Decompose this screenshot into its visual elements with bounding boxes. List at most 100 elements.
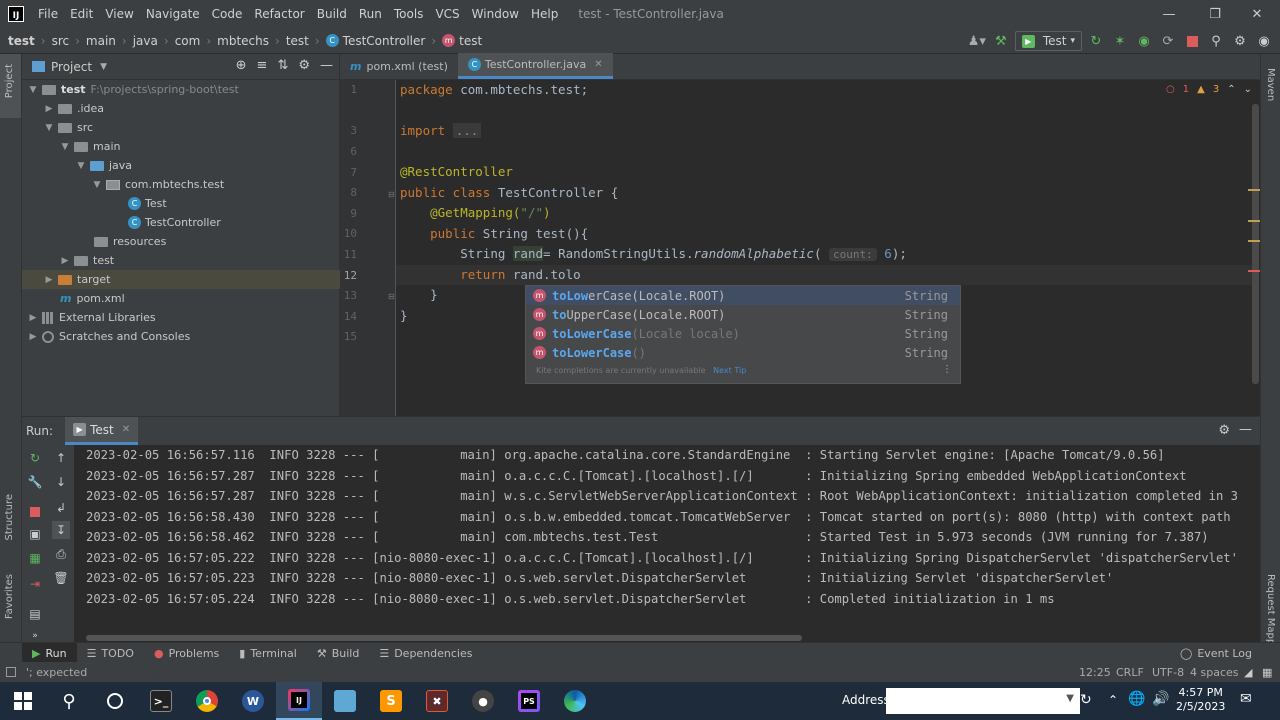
folded-imports[interactable]: ... (452, 123, 482, 138)
taskbar-app-word[interactable]: W (230, 682, 276, 720)
tree-item-target[interactable]: ▶ target (22, 270, 340, 289)
trash-icon[interactable]: 🗑 (52, 569, 70, 587)
menu-run[interactable]: Run (353, 7, 388, 21)
warning-marker[interactable] (1248, 240, 1260, 242)
toggle-tool-windows-icon[interactable] (6, 667, 16, 677)
scroll-to-end-icon[interactable]: ↧ (52, 521, 70, 539)
inspection-widget[interactable]: ○ 1 ▲ 3 ⌃ ⌄ (1166, 84, 1252, 95)
chevron-down-icon[interactable]: ▼ (60, 142, 70, 152)
chevron-right-icon[interactable]: ▶ (28, 332, 38, 342)
taskbar-app-tool[interactable]: ✖ (414, 682, 460, 720)
exit-icon[interactable]: ⇥ (26, 575, 44, 593)
chevron-down-icon[interactable]: ▼ (44, 123, 54, 133)
menu-vcs[interactable]: VCS (429, 7, 465, 21)
hammer-icon[interactable]: ⚒ (991, 31, 1011, 51)
menu-view[interactable]: View (99, 7, 139, 21)
profile-icon[interactable]: ⟳ (1158, 31, 1178, 51)
warning-marker[interactable] (1248, 220, 1260, 222)
completion-item[interactable]: m to Lo w erCase(Locale.ROOT) String (526, 286, 960, 305)
taskbar-app-edge[interactable] (552, 682, 598, 720)
crumb-class[interactable]: TestController (343, 34, 426, 48)
minimize-button[interactable]: — (1146, 0, 1192, 28)
crumb-com[interactable]: com (175, 34, 201, 48)
crumb-java[interactable]: java (133, 34, 158, 48)
project-panel-title[interactable]: Project (51, 60, 92, 74)
tab-testcontroller-java[interactable]: C TestController.java ✕ (457, 53, 613, 79)
chevron-right-icon[interactable]: ▶ (28, 313, 38, 323)
volume-icon[interactable]: 🔊 (1152, 691, 1169, 707)
search-button[interactable]: ⚲ (46, 682, 92, 720)
taskbar-app-game[interactable]: ● (460, 682, 506, 720)
memory-icon[interactable]: ▦ (1262, 666, 1272, 679)
tree-item-external-libraries[interactable]: ▶ External Libraries (22, 308, 340, 327)
refresh-icon[interactable]: ↻ (1080, 692, 1092, 708)
menu-tools[interactable]: Tools (388, 7, 430, 21)
menu-code[interactable]: Code (206, 7, 249, 21)
wrench-icon[interactable]: 🔧 (26, 473, 44, 491)
menu-help[interactable]: Help (525, 7, 564, 21)
start-button[interactable] (0, 682, 46, 720)
fold-marker-icon[interactable]: ⊟ (388, 292, 395, 301)
camera-icon[interactable]: ▣ (26, 525, 44, 543)
coverage-icon[interactable]: ◉ (1134, 31, 1154, 51)
tree-item-testcontroller-class[interactable]: C TestController (22, 213, 340, 232)
chevron-up-icon[interactable]: ⌃ (1108, 693, 1118, 707)
maven-tool-tab[interactable]: Maven (1265, 68, 1276, 101)
system-clock[interactable]: 4:57 PM 2/5/2023 (1176, 686, 1225, 714)
tree-item-resources[interactable]: resources (22, 232, 340, 251)
menu-navigate[interactable]: Navigate (140, 7, 206, 21)
editor-scrollbar[interactable] (1252, 104, 1259, 384)
completion-item[interactable]: m to Lo w erCase() String (526, 343, 960, 362)
close-tab-icon[interactable]: ✕ (594, 59, 602, 70)
indent-setting[interactable]: 4 spaces (1190, 666, 1239, 679)
taskbar-app-terminal[interactable]: >_ (138, 682, 184, 720)
cortana-button[interactable] (92, 682, 138, 720)
gear-icon[interactable]: ⚙ (298, 58, 310, 73)
plugin-icon[interactable]: ◉ (1254, 31, 1274, 51)
fold-marker-icon[interactable]: ⊟ (388, 190, 395, 199)
stop-icon[interactable] (1182, 31, 1202, 51)
search-icon[interactable]: ⚲ (1206, 31, 1226, 51)
notification-icon[interactable]: ✉ (1240, 691, 1252, 707)
tab-pom-xml[interactable]: m pom.xml (test) (340, 53, 458, 79)
taskbar-app-sublime[interactable]: S (368, 682, 414, 720)
chevron-right-icon[interactable]: ▶ (44, 104, 54, 114)
chevron-right-icon[interactable]: ▶ (60, 256, 70, 266)
chevron-down-icon[interactable]: ⌄ (1244, 84, 1252, 95)
file-encoding[interactable]: UTF-8 (1152, 666, 1184, 679)
run-config-select[interactable]: ▶ Test ▾ (1014, 31, 1082, 51)
tree-item-java[interactable]: ▼ java (22, 156, 340, 175)
warning-marker[interactable] (1248, 189, 1260, 191)
soft-wrap-icon[interactable]: ↲ (52, 499, 70, 517)
debug-icon[interactable]: ✶ (1110, 31, 1130, 51)
user-icon[interactable]: ♟▾ (967, 31, 987, 51)
collapse-all-icon[interactable]: ⇅ (277, 58, 288, 73)
favorites-tool-tab[interactable]: Favorites (4, 574, 15, 619)
chevron-down-icon[interactable]: ▼ (92, 180, 102, 190)
menu-build[interactable]: Build (311, 7, 353, 21)
dump-threads-icon[interactable]: ▦ (26, 549, 44, 567)
hide-icon[interactable]: — (320, 58, 333, 73)
arrow-up-icon[interactable]: ↑ (52, 449, 70, 467)
address-input[interactable]: ▼ (886, 688, 1080, 714)
arrow-down-icon[interactable]: ↓ (52, 473, 70, 491)
console-output[interactable]: 2023-02-05 16:56:57.116 INFO 3228 --- [ … (86, 445, 1260, 635)
completion-item[interactable]: m to Lo w erCase (Locale locale) String (526, 324, 960, 343)
rerun-icon[interactable]: ↻ (26, 449, 44, 467)
taskbar-app-phpstorm[interactable]: PS (506, 682, 552, 720)
tree-item-test-folder[interactable]: ▶ test (22, 251, 340, 270)
crumb-method[interactable]: test (459, 34, 482, 48)
run-tab-test[interactable]: ▶ Test ✕ (65, 417, 139, 445)
expand-all-icon[interactable]: ≡ (257, 58, 268, 73)
taskbar-app-chrome[interactable] (184, 682, 230, 720)
more-options-icon[interactable]: ⋮ (942, 364, 952, 375)
menu-file[interactable]: File (32, 7, 64, 21)
chevron-down-icon[interactable]: ▼ (100, 62, 107, 72)
taskbar-app-intellij[interactable]: IJ (276, 682, 322, 720)
tree-item-project-root[interactable]: ▼ test F:\projects\spring-boot\test (22, 80, 340, 99)
tree-item-pom[interactable]: m pom.xml (22, 289, 340, 308)
project-tool-tab[interactable]: Project (4, 64, 15, 98)
tree-item-scratches[interactable]: ▶ Scratches and Consoles (22, 327, 340, 346)
crumb-project[interactable]: test (8, 34, 35, 48)
tree-item-idea[interactable]: ▶ .idea (22, 99, 340, 118)
